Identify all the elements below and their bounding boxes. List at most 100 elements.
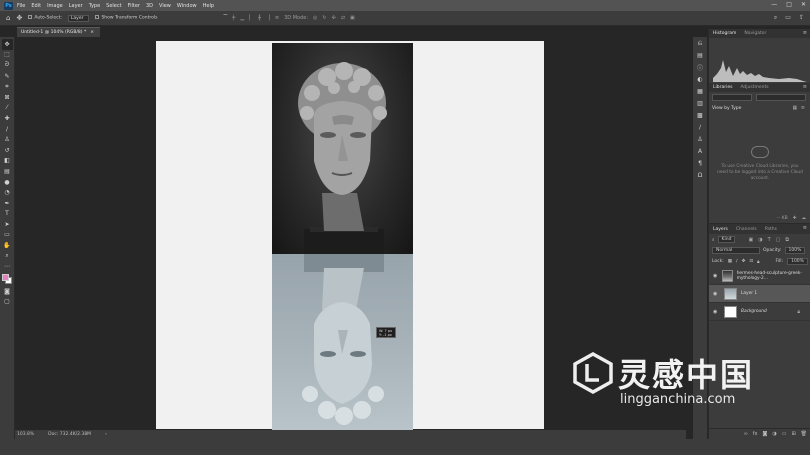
filter-kind-dropdown[interactable]: Kind [717, 236, 736, 243]
link-layers-icon[interactable]: ∞ [744, 431, 748, 437]
status-arrow-icon[interactable]: › [105, 432, 107, 437]
clone-source-panel-icon[interactable]: ♙ [695, 135, 705, 144]
show-transform-checkbox[interactable]: Show Transform Controls [95, 15, 157, 21]
panel-menu-icon[interactable]: ≡ [803, 225, 807, 231]
lasso-tool[interactable]: ᘐ [2, 60, 13, 71]
share-icon[interactable]: ⇪ [799, 14, 804, 22]
color-swatches[interactable] [1, 274, 13, 286]
path-select-tool[interactable]: ➤ [2, 219, 13, 230]
filter-smart-icon[interactable]: ⧉ [785, 237, 789, 243]
lock-all-icon[interactable]: 🔒︎ [757, 259, 759, 265]
menu-edit[interactable]: Edit [31, 3, 41, 9]
glyphs-panel-icon[interactable]: Ω [695, 171, 705, 180]
view-by-dropdown[interactable]: View by Type [712, 106, 741, 111]
quick-mask-icon[interactable]: ◙ [2, 286, 13, 297]
tab-histogram[interactable]: Histogram [713, 31, 736, 36]
align-center-icon[interactable]: ╫ [258, 15, 261, 21]
adjustment-layer-icon[interactable]: ◑ [772, 431, 776, 437]
panel-menu-icon[interactable]: ≡ [803, 30, 807, 36]
new-layer-icon[interactable]: ⊞ [791, 431, 795, 437]
document-tab[interactable]: Untitled-1 @ 104% (RGB/8) * × [17, 27, 100, 37]
filter-adjust-icon[interactable]: ◑ [758, 237, 762, 243]
history-brush-tool[interactable]: ↺ [2, 145, 13, 156]
close-window-button[interactable]: ✕ [801, 1, 806, 8]
tab-layers[interactable]: Layers [713, 227, 728, 232]
flipped-sculpture-layer[interactable] [272, 254, 413, 430]
3d-slide-icon[interactable]: ⇄ [341, 15, 345, 21]
menu-file[interactable]: File [17, 3, 25, 9]
sculpture-photo-layer[interactable] [272, 43, 413, 255]
menu-3d[interactable]: 3D [146, 3, 153, 9]
auto-select-checkbox[interactable]: Auto-Select: [28, 15, 62, 21]
menu-help[interactable]: Help [203, 3, 214, 9]
menu-image[interactable]: Image [47, 3, 63, 9]
tab-paths[interactable]: Paths [765, 227, 777, 232]
crop-tool[interactable]: ⌗ [2, 81, 13, 92]
eye-icon[interactable]: ◉ [713, 309, 720, 315]
align-bottom-icon[interactable]: ▁ [240, 15, 244, 21]
gradients-panel-icon[interactable]: ▥ [695, 99, 705, 108]
add-mask-icon[interactable]: ◙ [762, 431, 767, 437]
eyedropper-tool[interactable]: ⁄ [2, 103, 13, 114]
lock-move-icon[interactable]: ✥ [742, 259, 746, 264]
layer-style-icon[interactable]: fx [753, 431, 758, 437]
eye-icon[interactable]: ◉ [713, 291, 720, 297]
zoom-tool[interactable]: ⌕ [2, 251, 13, 262]
align-left-icon[interactable]: ▏ [249, 15, 253, 21]
cloud-icon[interactable]: ☁ [802, 216, 807, 221]
lock-paint-icon[interactable]: ∕ [736, 259, 738, 264]
distribute-icon[interactable]: ≡ [275, 15, 279, 21]
tab-navigator[interactable]: Navigator [744, 31, 766, 36]
menu-select[interactable]: Select [106, 3, 121, 9]
blend-mode-dropdown[interactable]: Normal [712, 247, 760, 254]
search-icon[interactable]: ⌕ [774, 14, 777, 22]
properties-panel-icon[interactable]: ▤ [695, 51, 705, 60]
swatches-panel-icon[interactable]: ▦ [695, 87, 705, 96]
workspace-icon[interactable]: ▭ [785, 14, 791, 22]
align-top-icon[interactable]: ▔ [223, 15, 227, 21]
3d-scale-icon[interactable]: ▣ [350, 15, 355, 21]
home-icon[interactable]: ⌂ [6, 14, 10, 22]
move-tool-icon[interactable]: ✥ [16, 14, 22, 22]
screen-mode-icon[interactable]: ▢ [2, 297, 13, 308]
library-search-input[interactable] [756, 93, 806, 101]
move-tool[interactable]: ✥ [1, 39, 13, 50]
filter-shape-icon[interactable]: ▢ [776, 237, 781, 243]
fill-input[interactable]: 100% [787, 258, 808, 265]
stamp-tool[interactable]: ♙ [2, 134, 13, 145]
document-canvas[interactable]: W: 7 px Y: -1 px [156, 41, 544, 430]
layer-row-sculpture[interactable]: ◉ hermes-head-sculpture-greek-mythology-… [709, 267, 810, 285]
hand-tool[interactable]: ✋ [2, 240, 13, 251]
close-tab-icon[interactable]: × [90, 30, 94, 35]
menu-type[interactable]: Type [89, 3, 100, 9]
auto-select-dropdown[interactable]: Layer [67, 14, 90, 22]
new-group-icon[interactable]: ▭ [782, 431, 787, 437]
grid-view-icon[interactable]: ▦ ≡ [792, 105, 806, 111]
dodge-tool[interactable]: ◔ [2, 187, 13, 198]
lock-pixels-icon[interactable]: ▦ [728, 259, 732, 264]
frame-tool[interactable]: ⊠ [2, 92, 13, 103]
menu-window[interactable]: Window [177, 3, 197, 9]
info-panel-icon[interactable]: ⓘ [695, 63, 705, 72]
type-tool[interactable]: T [2, 209, 13, 220]
brush-panel-icon[interactable]: ∕ [695, 123, 705, 132]
delete-layer-icon[interactable]: 🗑︎ [801, 431, 807, 437]
menu-view[interactable]: View [159, 3, 171, 9]
filter-type-icon[interactable]: T [768, 237, 771, 243]
marquee-tool[interactable]: ⬚ [2, 50, 13, 61]
quick-select-tool[interactable]: ✎ [2, 71, 13, 82]
layer-row-background[interactable]: ◉ Background 🔒︎ [709, 303, 810, 321]
3d-rotate-icon[interactable]: ◎ [313, 15, 317, 21]
eraser-tool[interactable]: ◧ [2, 156, 13, 167]
lock-artboard-icon[interactable]: ⊡ [749, 259, 753, 264]
brush-tool[interactable]: ∕ [2, 124, 13, 135]
more-tools-icon[interactable]: ⋯ [2, 261, 13, 272]
healing-tool[interactable]: ✚ [2, 113, 13, 124]
blur-tool[interactable]: ● [2, 177, 13, 188]
layer-row-layer1[interactable]: ◉ Layer 1 [709, 285, 810, 303]
3d-roll-icon[interactable]: ↻ [322, 15, 326, 21]
foreground-color-swatch[interactable] [2, 274, 9, 282]
menu-layer[interactable]: Layer [69, 3, 83, 9]
library-dropdown[interactable] [712, 93, 752, 101]
add-element-icon[interactable]: ✚ [793, 216, 797, 221]
